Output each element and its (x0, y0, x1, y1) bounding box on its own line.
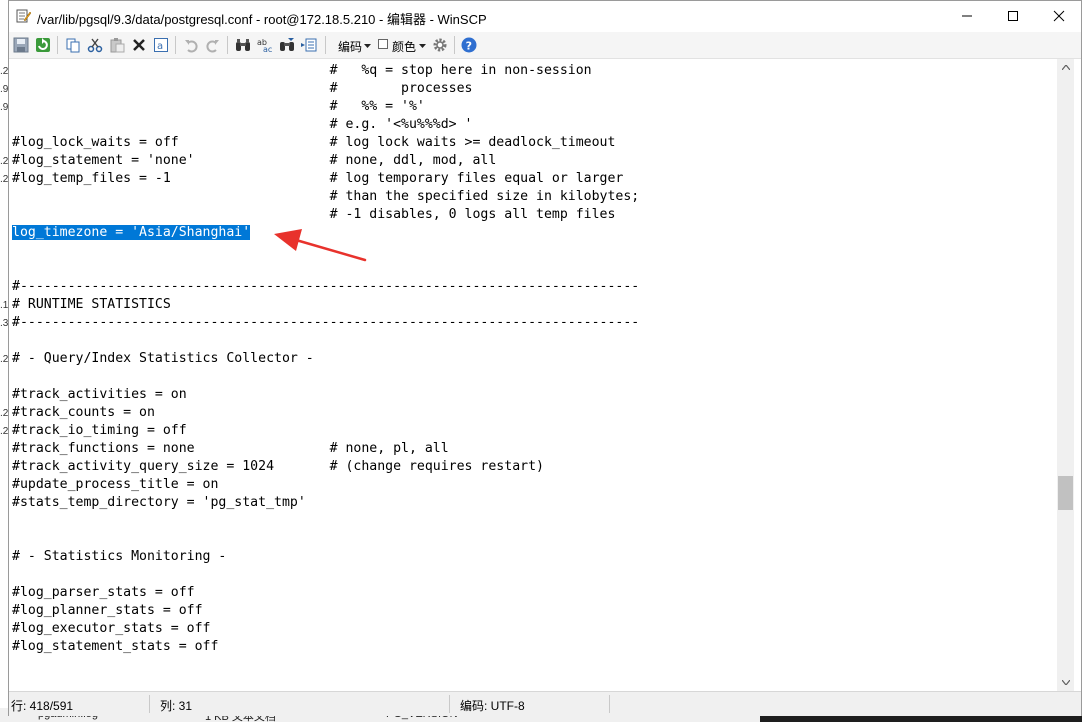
annotation-arrow (274, 229, 367, 262)
annotation-arrow-shaft (294, 238, 367, 262)
annotation-arrow-head (274, 229, 302, 251)
